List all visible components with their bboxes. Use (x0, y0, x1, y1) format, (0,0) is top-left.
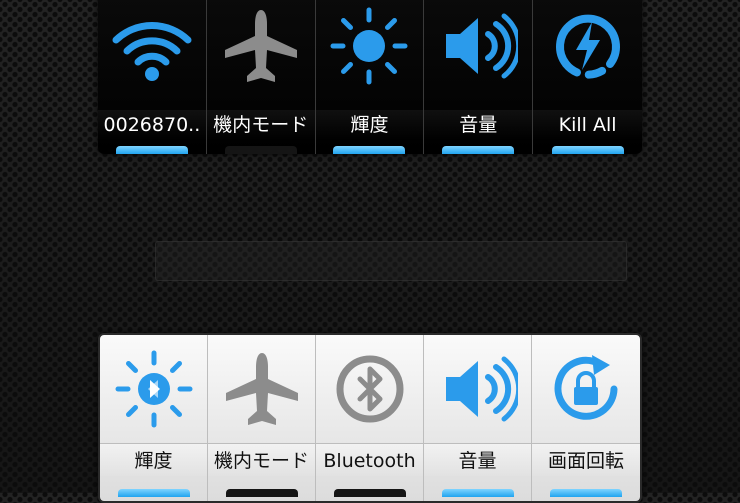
tile-screen-rotation[interactable]: 画面回転 (532, 335, 640, 501)
tile-airplane-mode[interactable]: 機内モード (206, 0, 316, 154)
status-indicator (551, 146, 624, 154)
status-indicator (333, 489, 406, 497)
bluetooth-icon (330, 349, 410, 429)
rotation-lock-icon (546, 349, 626, 429)
tile-label: 機内モード (206, 110, 315, 140)
volume-icon (438, 349, 518, 429)
tile-label: 画面回転 (532, 443, 640, 476)
tile-bluetooth[interactable]: Bluetooth (316, 335, 424, 501)
status-indicator (333, 146, 406, 154)
tile-volume[interactable]: 音量 (424, 0, 534, 154)
status-indicator (550, 489, 622, 497)
tile-label: 音量 (424, 443, 531, 476)
status-indicator (442, 146, 515, 154)
volume-icon (438, 6, 519, 86)
brightness-icon (329, 6, 409, 86)
tile-wifi[interactable]: 0026870.. (98, 0, 207, 154)
tile-label: Kill All (533, 110, 642, 140)
tile-airplane-mode[interactable]: 機内モード (208, 335, 316, 501)
status-indicator (115, 146, 188, 154)
brightness-auto-icon (114, 349, 194, 429)
power-control-widget-light: 輝度 機内モード Bluetooth 音量 画面回転 (98, 333, 642, 503)
tile-brightness[interactable]: 輝度 (315, 0, 425, 154)
tile-label: Bluetooth (316, 443, 423, 476)
tile-volume[interactable]: 音量 (424, 335, 532, 501)
toast-overlay (155, 241, 627, 281)
status-indicator (225, 489, 298, 497)
tile-label: 輝度 (315, 110, 424, 140)
tile-label: 0026870.. (98, 110, 206, 140)
tile-label: 機内モード (208, 443, 315, 476)
airplane-icon (222, 349, 302, 429)
power-control-widget-dark: 0026870.. 機内モード 輝度 音量 Kill All (98, 0, 642, 154)
tile-label: 音量 (424, 110, 533, 140)
status-indicator (117, 489, 190, 497)
status-indicator (441, 489, 514, 497)
tile-brightness[interactable]: 輝度 (100, 335, 208, 501)
status-indicator (224, 146, 297, 154)
tile-kill-all[interactable]: Kill All (533, 0, 642, 154)
wifi-icon (112, 6, 192, 86)
kill-all-icon (548, 6, 628, 86)
tile-label: 輝度 (100, 443, 207, 476)
airplane-icon (221, 6, 301, 86)
